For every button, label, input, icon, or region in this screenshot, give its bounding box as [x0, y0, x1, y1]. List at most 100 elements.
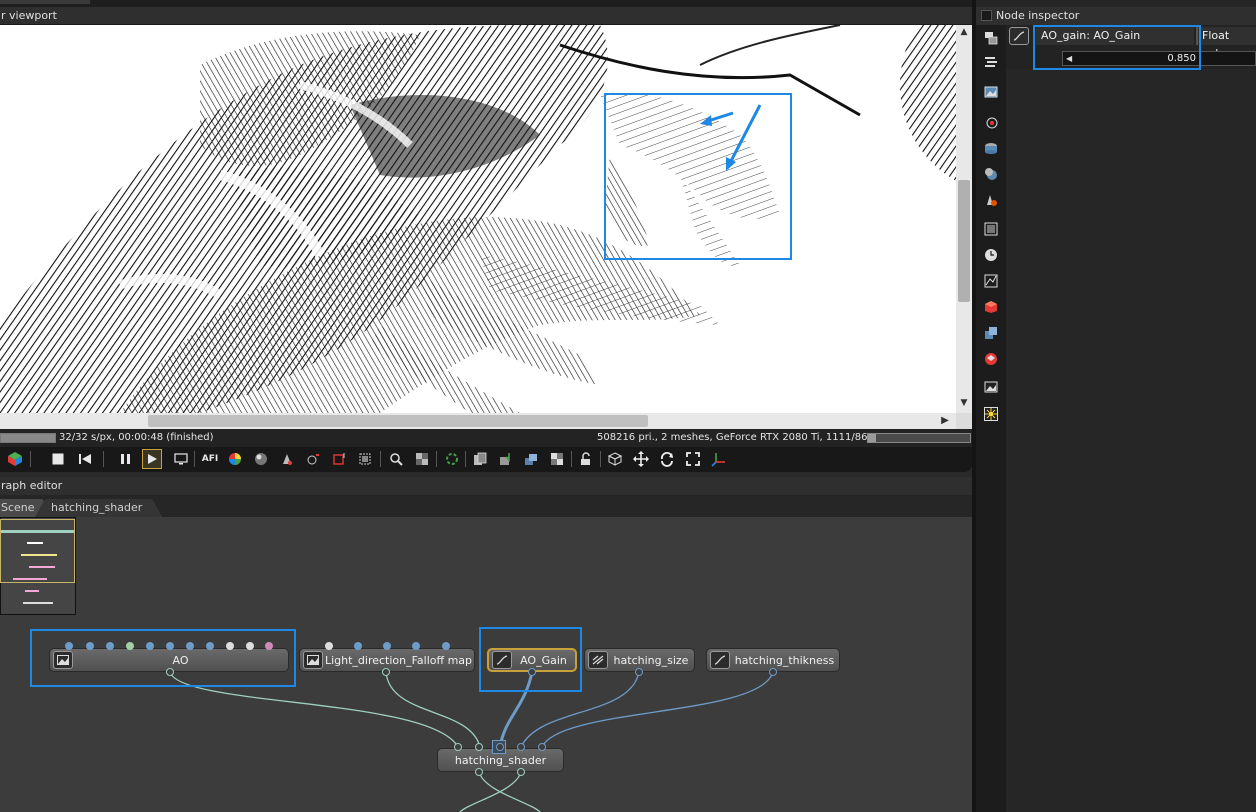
- node-ao-gain-label: AO_Gain: [520, 653, 567, 667]
- node-hatching-size-label: hatching_size: [613, 653, 689, 667]
- node-hatching-shader-input-pin[interactable]: [496, 743, 504, 751]
- node-ao-input-pin[interactable]: [106, 642, 114, 650]
- node-hatching-shader-input-pin[interactable]: [475, 743, 483, 751]
- toolbar-separator: [600, 451, 601, 467]
- minimap-viewport-rect[interactable]: [0, 519, 75, 583]
- node-light-input-pin[interactable]: [354, 642, 362, 650]
- pattern-icon[interactable]: [413, 450, 431, 468]
- node-inspector-pin-checkbox[interactable]: [981, 10, 992, 21]
- lock-icon[interactable]: [577, 450, 595, 468]
- box-icon[interactable]: [606, 450, 624, 468]
- layers-icon[interactable]: [522, 450, 540, 468]
- material-icon[interactable]: [982, 139, 1000, 157]
- node-ao-input-pin[interactable]: [146, 642, 154, 650]
- node-ao-input-pin[interactable]: [86, 642, 94, 650]
- image-icon[interactable]: [982, 83, 1000, 101]
- frame-icon[interactable]: [982, 220, 1000, 238]
- node-ao-input-pin[interactable]: [126, 642, 134, 650]
- picture-icon[interactable]: [982, 378, 1000, 396]
- node-hatching-shader-input-pin[interactable]: [454, 743, 462, 751]
- camera-pick-icon[interactable]: [304, 450, 322, 468]
- viewport-horizontal-scroll-thumb[interactable]: [148, 415, 648, 427]
- viewport-title: r viewport: [0, 7, 972, 25]
- graph-icon[interactable]: [982, 272, 1000, 290]
- list-icon[interactable]: [982, 52, 1000, 70]
- region-icon[interactable]: [330, 450, 348, 468]
- node-ao-input-pin[interactable]: [246, 642, 254, 650]
- fit-icon[interactable]: [684, 450, 702, 468]
- spinner-icon[interactable]: [443, 450, 461, 468]
- render-viewport[interactable]: [0, 25, 956, 413]
- top-tab-remnant: [0, 0, 90, 4]
- node-ao-gain-output-pin[interactable]: [528, 668, 536, 676]
- node-hatching-shader-output-pin[interactable]: [517, 768, 525, 776]
- render-progress-bar: [0, 433, 56, 443]
- light-icon[interactable]: [278, 450, 296, 468]
- scrollbar-corner: [956, 413, 972, 429]
- node-hatching-size-output-pin[interactable]: [635, 668, 643, 676]
- stop-icon[interactable]: [49, 450, 67, 468]
- shader-icon[interactable]: [982, 191, 1000, 209]
- rotate-icon[interactable]: [658, 450, 676, 468]
- float-curve-icon: [492, 651, 512, 669]
- memory-usage-bar: [867, 433, 971, 443]
- node-hatching-shader-output-pin[interactable]: [475, 768, 483, 776]
- float-curve-icon: [710, 651, 730, 669]
- slider-decrement-arrow-icon[interactable]: ◀: [1066, 51, 1072, 66]
- camera-lens-icon[interactable]: [982, 113, 1000, 131]
- inspector-node-name[interactable]: AO_gain: AO_Gain: [1036, 27, 1194, 45]
- node-inspector-panel: [976, 0, 1256, 812]
- float-value-text[interactable]: 0.850: [1100, 51, 1196, 66]
- viewport-vertical-scroll-thumb[interactable]: [958, 180, 970, 302]
- float-curve-icon: [1009, 27, 1029, 45]
- copy-icon[interactable]: [471, 450, 489, 468]
- node-light-input-pin[interactable]: [442, 642, 450, 650]
- pause-icon[interactable]: [117, 450, 135, 468]
- zoom-icon[interactable]: [387, 450, 405, 468]
- scroll-right-arrow-icon[interactable]: ▶: [938, 414, 952, 428]
- resize-icon[interactable]: [356, 450, 374, 468]
- sphere-icon[interactable]: [252, 450, 270, 468]
- node-ao-input-pin[interactable]: [226, 642, 234, 650]
- toolbar-separator: [380, 451, 381, 467]
- node-ao-input-pin[interactable]: [206, 642, 214, 650]
- scroll-up-arrow-icon[interactable]: ▲: [957, 27, 971, 37]
- node-hatching-shader-label: hatching_shader: [454, 753, 547, 767]
- play-icon[interactable]: [142, 449, 162, 469]
- node-ao-output-pin[interactable]: [166, 668, 174, 676]
- afi-icon[interactable]: AFI: [201, 450, 219, 468]
- scroll-down-arrow-icon[interactable]: ▼: [957, 398, 971, 408]
- color-wheel-icon[interactable]: [226, 450, 244, 468]
- node-ao-input-pin[interactable]: [166, 642, 174, 650]
- node-light-output-pin[interactable]: [382, 668, 390, 676]
- node-hatching-thikness-output-pin[interactable]: [769, 668, 777, 676]
- compare-icon[interactable]: [548, 450, 566, 468]
- tab-hatching-shader[interactable]: hatching_shader: [35, 499, 162, 517]
- rewind-icon[interactable]: [76, 450, 94, 468]
- node-light-input-pin[interactable]: [325, 642, 333, 650]
- node-ao-input-pin[interactable]: [265, 642, 273, 650]
- toolbar-separator: [436, 451, 437, 467]
- geometry-icon[interactable]: [982, 165, 1000, 183]
- node-hatching-shader-input-pin[interactable]: [517, 743, 525, 751]
- move-icon[interactable]: [632, 450, 650, 468]
- node-ao-input-pin[interactable]: [186, 642, 194, 650]
- windows-icon[interactable]: [982, 29, 1000, 47]
- node-hatching-shader-input-pin[interactable]: [538, 743, 546, 751]
- hatched-insect-render: [0, 25, 956, 413]
- inspector-node-type: Float value: [1196, 27, 1256, 60]
- render-status-text: 32/32 s/px, 00:00:48 (finished): [59, 432, 214, 443]
- cube-icon[interactable]: [6, 450, 24, 468]
- gizmo-icon[interactable]: [710, 450, 728, 468]
- image-node-icon: [53, 651, 73, 669]
- node-ao-input-pin[interactable]: [65, 642, 73, 650]
- monitor-icon[interactable]: [172, 450, 190, 468]
- layer-stack-icon[interactable]: [982, 350, 1000, 368]
- node-light-input-pin[interactable]: [383, 642, 391, 650]
- import-icon[interactable]: [497, 450, 515, 468]
- sun-icon[interactable]: [982, 405, 1000, 423]
- node-light-input-pin[interactable]: [412, 642, 420, 650]
- instances-icon[interactable]: [982, 324, 1000, 342]
- clock-icon[interactable]: [982, 246, 1000, 264]
- red-cube-icon[interactable]: [982, 298, 1000, 316]
